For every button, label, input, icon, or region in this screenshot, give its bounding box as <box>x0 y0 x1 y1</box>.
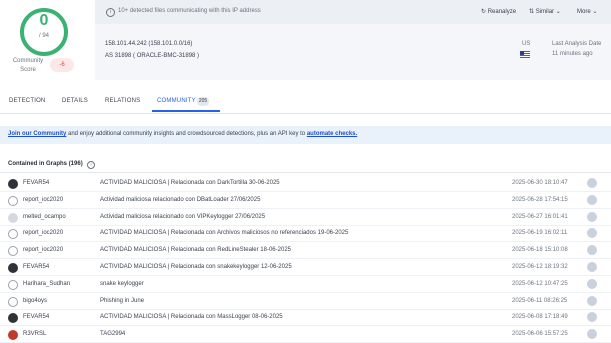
help-icon[interactable]: ? <box>87 161 95 169</box>
avatar[interactable] <box>8 330 18 341</box>
graph-date: 2025-06-30 18:10:47 <box>512 180 568 186</box>
graph-row[interactable]: bigo4oys Phishing in June 2025-06-11 08:26… <box>0 293 611 310</box>
graph-row[interactable]: R3VRSL TAG2994 2025-06-06 15:57:25 <box>0 326 611 343</box>
avatar[interactable] <box>8 195 18 206</box>
detection-score-total: / 94 <box>38 33 49 39</box>
tab-relations[interactable]: RELATIONS <box>105 98 140 104</box>
banner-middle-text: and enjoy additional community insights … <box>66 131 307 137</box>
reanalyze-label: Reanalyze <box>487 9 517 15</box>
avatar[interactable] <box>8 263 18 273</box>
graph-owner[interactable]: FEVAR54 <box>23 264 49 270</box>
graph-row[interactable]: Harihara_Sudhan snake keylogger 2025-06-12… <box>0 276 611 293</box>
section-divider <box>0 172 611 173</box>
graph-row[interactable]: report_ioc2020 Actividad maliciosa relaci… <box>0 192 611 209</box>
graph-name[interactable]: ACTIVIDAD MALICIOSA | Relacionada con Da… <box>100 180 280 186</box>
graph-icon[interactable] <box>587 211 597 222</box>
country-code: US <box>522 41 531 47</box>
graph-name[interactable]: ACTIVIDAD MALICIOSA | Relacionada con sn… <box>100 264 292 270</box>
graph-owner[interactable]: R3VRSL <box>23 331 46 337</box>
notice-text: 10+ detected files communicating with th… <box>118 8 261 14</box>
graph-date: 2025-06-08 17:18:49 <box>512 314 568 321</box>
graph-icon[interactable] <box>587 329 597 340</box>
tab-community[interactable]: COMMUNITY <box>157 98 196 104</box>
graph-owner[interactable]: FEVAR54 <box>23 180 49 186</box>
graph-row[interactable]: FEVAR54 ACTIVIDAD MALICIOSA | Relacionada… <box>0 259 611 276</box>
us-flag-icon <box>520 51 530 58</box>
community-count-badge: 205 <box>197 97 209 106</box>
graph-row[interactable]: FEVAR54 ACTIVIDAD MALICIOSA | Relacionada… <box>0 309 611 327</box>
graph-date: 2025-06-12 18:19:32 <box>512 264 568 270</box>
graph-date: 2025-06-27 16:01:41 <box>512 213 568 220</box>
graph-icon[interactable] <box>587 194 597 205</box>
graph-name[interactable]: Actividad maliciosa relacionado con VIPK… <box>100 214 265 220</box>
graph-name[interactable]: snake keylogger <box>100 281 144 287</box>
graph-date: 2025-06-19 16:02:11 <box>512 230 568 237</box>
graphs-section-title: Contained in Graphs (196) <box>8 161 83 167</box>
graph-row[interactable]: FEVAR54 ACTIVIDAD MALICIOSA | Relacionada… <box>0 175 611 192</box>
refresh-icon: ↻ <box>481 9 487 15</box>
more-label: More <box>577 9 591 15</box>
graphs-title: Contained in Graphs <box>8 161 68 167</box>
info-icon: i <box>106 8 115 17</box>
detection-score-value: 0 <box>39 12 49 29</box>
graph-owner[interactable]: Harihara_Sudhan <box>23 281 70 287</box>
graphs-count: (196) <box>68 161 83 167</box>
graph-icon[interactable] <box>587 295 597 306</box>
graph-icon[interactable] <box>587 312 597 323</box>
graph-name[interactable]: Phishing in June <box>100 298 144 304</box>
avatar[interactable] <box>8 229 18 240</box>
graph-row[interactable]: melted_ocampo Actividad maliciosa relacio… <box>0 209 611 226</box>
graph-owner[interactable]: bigo4oys <box>23 298 47 304</box>
graph-icon[interactable] <box>587 278 597 289</box>
avatar[interactable] <box>8 313 18 324</box>
tab-detection[interactable]: DETECTION <box>9 98 45 104</box>
chevron-down-icon: ⌄ <box>592 9 598 15</box>
graph-owner[interactable]: report_ioc2020 <box>23 197 63 203</box>
ip-address: 158.101.44.242 (158.101.0.0/16) <box>105 41 193 47</box>
last-analysis-value: 11 minutes ago <box>552 51 593 57</box>
active-tab-indicator <box>152 110 220 112</box>
reanalyze-button[interactable]: ↻ Reanalyze <box>481 8 516 15</box>
tab-details[interactable]: DETAILS <box>62 98 88 104</box>
graph-owner[interactable]: report_ioc2020 <box>23 230 63 236</box>
graph-owner[interactable]: melted_ocampo <box>23 214 66 220</box>
similar-icon: ⇅ <box>529 9 535 15</box>
graph-name[interactable]: ACTIVIDAD MALICIOSA | Relacionada con Re… <box>100 247 291 253</box>
graph-date: 2025-06-28 17:54:15 <box>512 196 568 203</box>
graph-name[interactable]: Actividad maliciosa relacionado con DBat… <box>100 197 260 203</box>
graph-name[interactable]: ACTIVIDAD MALICIOSA | Relacionada con Ar… <box>100 230 348 236</box>
graph-row[interactable]: report_ioc2020 ACTIVIDAD MALICIOSA | Rela… <box>0 242 611 260</box>
avatar[interactable] <box>8 279 18 290</box>
chevron-down-icon: ⌄ <box>555 9 561 15</box>
graph-date: 2025-06-18 15:10:08 <box>512 247 568 254</box>
autonomous-system: AS 31898 ( ORACLE-BMC-31898 ) <box>105 53 200 59</box>
graph-owner[interactable]: FEVAR54 <box>23 314 49 320</box>
more-button[interactable]: More ⌄ <box>577 8 597 15</box>
graph-date: 2025-06-12 10:47:25 <box>512 280 568 287</box>
avatar[interactable] <box>8 179 18 189</box>
community-score-label: Community Score <box>12 58 44 73</box>
graph-icon[interactable] <box>587 228 597 239</box>
similar-label: Similar <box>535 9 555 15</box>
automate-checks-link[interactable]: automate checks. <box>307 131 357 137</box>
join-community-link[interactable]: Join our Community <box>8 131 66 137</box>
avatar[interactable] <box>8 296 18 307</box>
graph-date: 2025-06-11 08:26:25 <box>512 297 568 304</box>
graph-owner[interactable]: report_ioc2020 <box>23 247 63 253</box>
graph-name[interactable]: ACTIVIDAD MALICIOSA | Relacionada con Ma… <box>100 314 283 320</box>
graph-icon[interactable] <box>587 262 597 272</box>
graph-icon[interactable] <box>587 178 597 188</box>
last-analysis-label: Last Analysis Date <box>552 41 602 47</box>
graph-icon[interactable] <box>587 245 597 256</box>
graph-row[interactable]: report_ioc2020 ACTIVIDAD MALICIOSA | Rela… <box>0 225 611 243</box>
avatar[interactable] <box>8 212 18 223</box>
avatar[interactable] <box>8 246 18 257</box>
community-score-badge[interactable]: -6 <box>50 58 74 72</box>
community-banner-text: Join our Community and enjoy additional … <box>8 131 357 137</box>
tabs-divider <box>0 113 611 114</box>
graph-date: 2025-06-06 15:57:25 <box>512 331 568 338</box>
graph-name[interactable]: TAG2994 <box>100 331 125 337</box>
similar-button[interactable]: ⇅ Similar ⌄ <box>529 8 561 15</box>
